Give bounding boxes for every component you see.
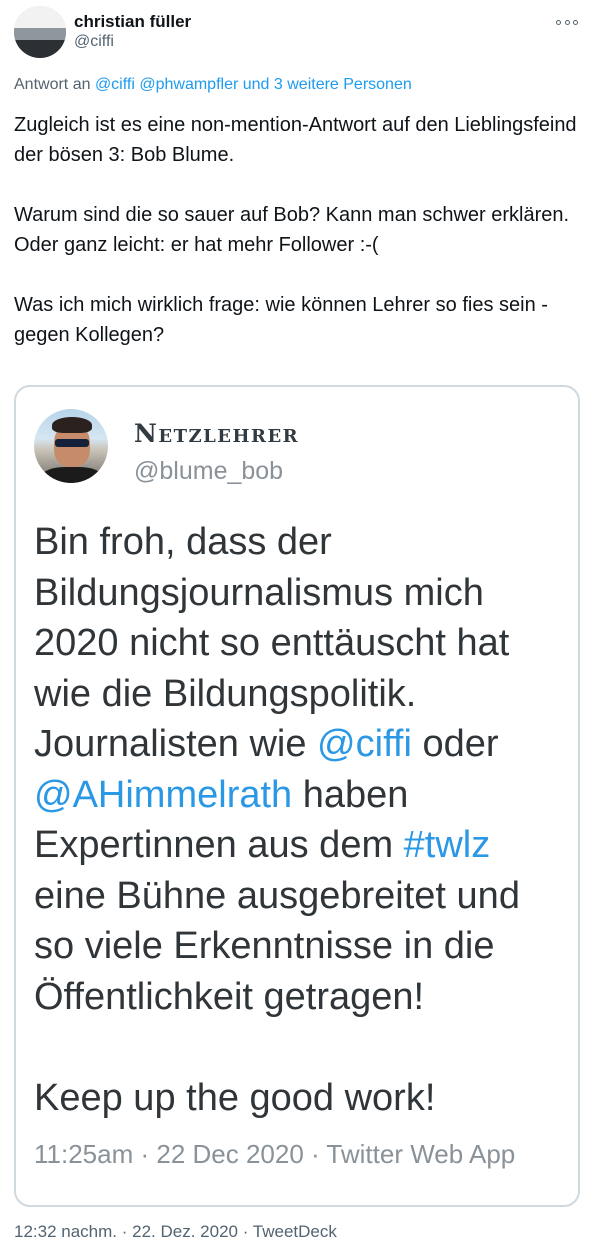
quoted-text-line: Öffentlichkeit getragen! (34, 975, 425, 1018)
quoted-author-avatar (34, 409, 108, 483)
quoted-hashtag-twlz: #twlz (403, 824, 491, 866)
reply-more-people[interactable]: und 3 weitere Personen (243, 76, 412, 93)
tweet: christian füller @ciffi Antwort an @ciff… (0, 0, 594, 1258)
reply-mention-phwampfler[interactable]: @phwampfler (139, 76, 238, 93)
quoted-text-line: so viele Erkenntnisse in die (34, 925, 495, 967)
quoted-mention-ciffi: @ciffi (317, 723, 412, 765)
more-options-icon[interactable] (556, 16, 578, 28)
avatar-hair (52, 417, 92, 433)
avatar-horizon (14, 28, 66, 40)
quoted-tweet-screenshot: Netzlehrer @blume_bob Bin froh, dass der… (22, 393, 572, 1199)
quoted-text-line: Bin froh, dass der (34, 521, 332, 563)
quoted-author-handle: @blume_bob (134, 457, 284, 485)
avatar-sunglasses (55, 439, 89, 447)
quoted-tweet-card[interactable]: Netzlehrer @blume_bob Bin froh, dass der… (14, 385, 580, 1207)
quoted-text-spacer (34, 1022, 570, 1073)
quoted-text-line: eine Bühne ausgebreitet und (34, 874, 520, 917)
reply-context: Antwort an @ciffi @phwampfler und 3 weit… (14, 76, 412, 94)
tweet-timestamp[interactable]: 12:32 nachm. · 22. Dez. 2020 · TweetDeck (14, 1222, 337, 1242)
author-handle[interactable]: @ciffi (74, 33, 114, 51)
quoted-text-line: Journalisten wie @ciffi oder (34, 719, 570, 770)
quoted-text-line: Keep up the good work! (34, 1076, 436, 1119)
dot-icon (564, 19, 570, 25)
quoted-text-fragment: Expertinnen aus dem (34, 824, 404, 866)
dot-icon (573, 19, 578, 25)
quoted-text-line: wie die Bildungspolitik. (34, 672, 417, 715)
quoted-text-fragment: oder (411, 723, 499, 765)
quoted-text-fragment: haben (292, 773, 409, 816)
quoted-mention-ahimmelrath: @AHimmelrath (34, 773, 293, 816)
quoted-text-fragment: Journalisten wie (34, 723, 318, 765)
avatar-shirt (42, 467, 102, 483)
quoted-text-line: @AHimmelrath haben (34, 770, 570, 821)
quoted-tweet-meta: 11:25am · 22 Dec 2020 · Twitter Web App (34, 1139, 516, 1169)
quoted-text-line: Expertinnen aus dem #twlz (34, 820, 570, 871)
dot-icon (556, 19, 561, 25)
reply-mention-ciffi[interactable]: @ciffi (95, 76, 135, 93)
avatar-ground (14, 40, 66, 58)
quoted-author-name: Netzlehrer (134, 419, 300, 448)
quoted-tweet-text: Bin froh, dass der Bildungsjournalismus … (34, 517, 570, 1123)
reply-prefix: Antwort an (14, 76, 91, 93)
quoted-text-line: Bildungsjournalismus mich (34, 571, 484, 614)
quoted-text-line: 2020 nicht so enttäuscht hat (34, 622, 510, 664)
author-name[interactable]: christian füller (74, 12, 191, 32)
author-avatar[interactable] (14, 6, 66, 58)
avatar-sky (14, 6, 66, 28)
tweet-text: Zugleich ist es eine non-mention-Antwort… (14, 114, 577, 346)
